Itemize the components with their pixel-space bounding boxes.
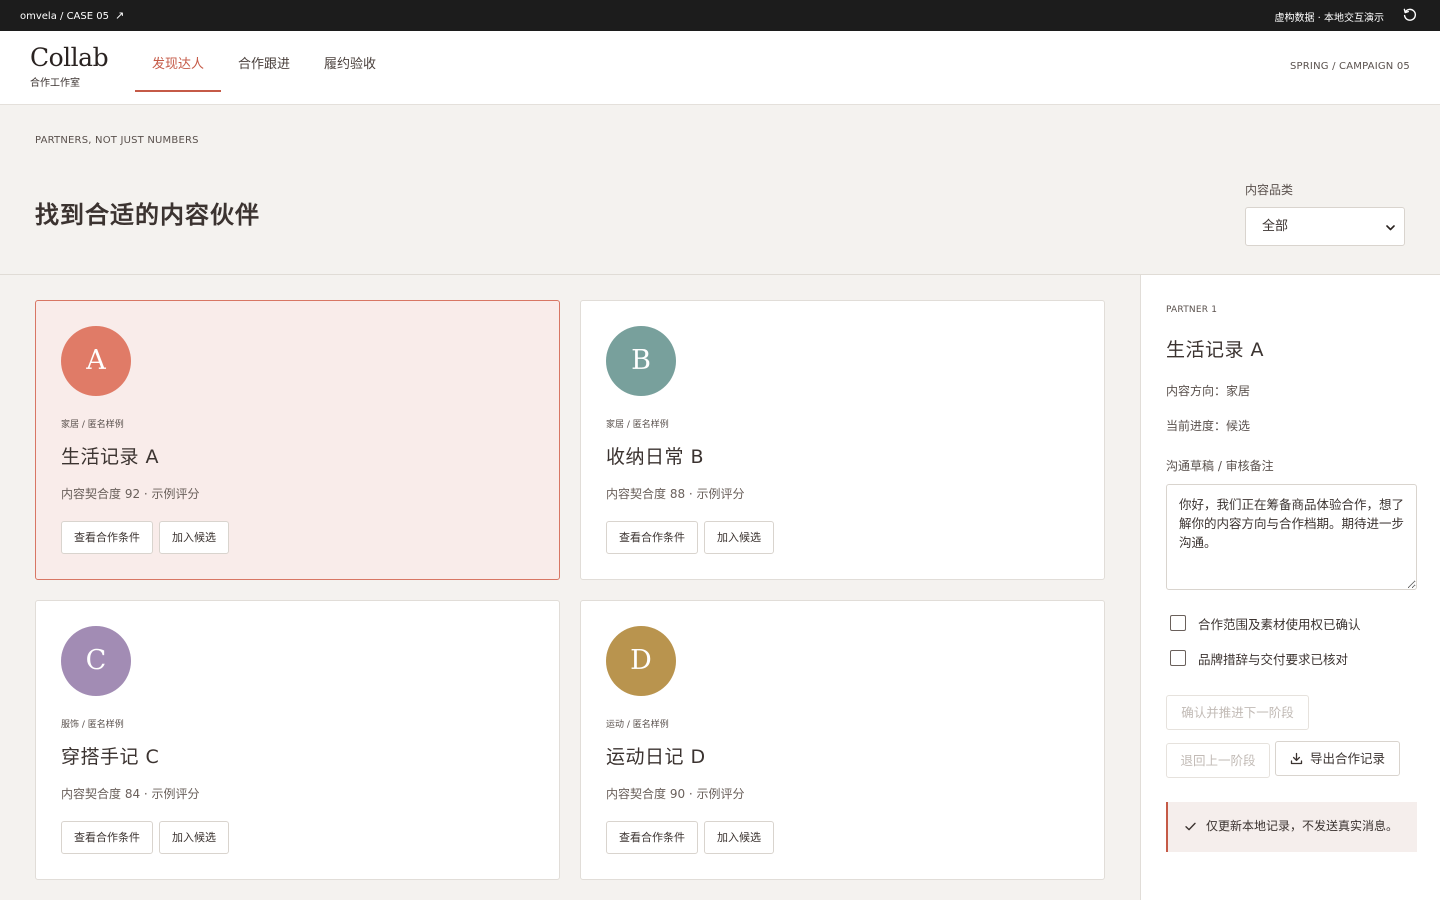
page-title: 找到合适的内容伙伴 xyxy=(35,201,260,229)
case-breadcrumb: omvela / CASE 05 xyxy=(20,11,109,22)
partner-name: 运动日记 D xyxy=(606,746,706,768)
view-terms-button[interactable]: 查看合作条件 xyxy=(606,821,698,854)
view-terms-button[interactable]: 查看合作条件 xyxy=(61,821,153,854)
partner-card-b[interactable]: B 家居 / 匿名样例 收纳日常 B 内容契合度 88 · 示例评分 查看合作条… xyxy=(580,300,1105,580)
kicker: PARTNERS, NOT JUST NUMBERS xyxy=(35,135,199,146)
partner-meta: 家居 / 匿名样例 xyxy=(61,420,124,430)
logo: Collab xyxy=(30,43,109,72)
app-header: Collab 合作工作室 发现达人 合作跟进 履约验收 SPRING / CAM… xyxy=(0,31,1440,105)
current-progress: 当前进度：候选 xyxy=(1166,419,1251,433)
partner-meta: 家居 / 匿名样例 xyxy=(606,420,669,430)
logo-subtitle: 合作工作室 xyxy=(30,78,80,89)
avatar: D xyxy=(606,626,676,696)
demo-note: 虚构数据 · 本地交互演示 xyxy=(1274,13,1384,24)
partner-name: 生活记录 A xyxy=(61,446,160,468)
add-shortlist-button[interactable]: 加入候选 xyxy=(159,521,229,554)
tab-discover[interactable]: 发现达人 xyxy=(135,31,222,92)
add-shortlist-button[interactable]: 加入候选 xyxy=(704,821,774,854)
check-icon xyxy=(1185,822,1196,831)
campaign-label: SPRING / CAMPAIGN 05 xyxy=(1290,61,1410,72)
category-select[interactable]: 全部 xyxy=(1245,207,1405,246)
scope-rights-checkbox[interactable] xyxy=(1170,615,1186,631)
download-icon xyxy=(1290,752,1303,765)
panel-title: 生活记录 A xyxy=(1166,339,1265,361)
partner-score: 内容契合度 88 · 示例评分 xyxy=(606,487,745,501)
partner-score: 内容契合度 92 · 示例评分 xyxy=(61,487,200,501)
panel-label: PARTNER 1 xyxy=(1166,305,1218,315)
partner-card-c[interactable]: C 服饰 / 匿名样例 穿搭手记 C 内容契合度 84 · 示例评分 查看合作条… xyxy=(35,600,560,880)
notes-label: 沟通草稿 / 审核备注 xyxy=(1166,459,1274,473)
partner-name: 收纳日常 B xyxy=(606,446,705,468)
brand-wording-checkbox[interactable] xyxy=(1170,650,1186,666)
avatar: A xyxy=(61,326,131,396)
partner-score: 内容契合度 84 · 示例评分 xyxy=(61,787,200,801)
export-record-button[interactable]: 导出合作记录 xyxy=(1275,741,1400,776)
view-terms-button[interactable]: 查看合作条件 xyxy=(61,521,153,554)
scope-rights-label: 合作范围及素材使用权已确认 xyxy=(1198,617,1361,632)
case-link[interactable]: omvela / CASE 05 ↗ xyxy=(20,9,124,22)
avatar: C xyxy=(61,626,131,696)
chevron-down-icon xyxy=(1386,225,1395,231)
tab-acceptance[interactable]: 履约验收 xyxy=(307,31,393,105)
tab-followup[interactable]: 合作跟进 xyxy=(221,31,307,105)
partner-meta: 运动 / 匿名样例 xyxy=(606,720,669,730)
notes-textarea[interactable]: 你好，我们正在筹备商品体验合作，想了解你的内容方向与合作档期。期待进一步沟通。 xyxy=(1166,484,1417,590)
export-record-label: 导出合作记录 xyxy=(1309,751,1385,766)
avatar: B xyxy=(606,326,676,396)
content-direction: 内容方向：家居 xyxy=(1166,384,1251,398)
brand[interactable]: Collab 合作工作室 xyxy=(30,43,109,89)
category-select-value: 全部 xyxy=(1262,219,1289,234)
add-shortlist-button[interactable]: 加入候选 xyxy=(704,521,774,554)
brand-wording-label: 品牌措辞与交付要求已核对 xyxy=(1198,652,1349,667)
view-terms-button[interactable]: 查看合作条件 xyxy=(606,521,698,554)
partner-detail-panel: PARTNER 1 生活记录 A 内容方向：家居 当前进度：候选 沟通草稿 / … xyxy=(1140,275,1440,900)
add-shortlist-button[interactable]: 加入候选 xyxy=(159,821,229,854)
partner-grid: A 家居 / 匿名样例 生活记录 A 内容契合度 92 · 示例评分 查看合作条… xyxy=(0,275,1140,900)
partner-meta: 服饰 / 匿名样例 xyxy=(61,720,124,730)
back-stage-button[interactable]: 退回上一阶段 xyxy=(1166,743,1270,778)
category-filter-label: 内容品类 xyxy=(1245,183,1294,197)
partner-name: 穿搭手记 C xyxy=(61,746,160,768)
partner-card-d[interactable]: D 运动 / 匿名样例 运动日记 D 内容契合度 90 · 示例评分 查看合作条… xyxy=(580,600,1105,880)
arrow-up-right-icon: ↗ xyxy=(114,9,125,22)
partner-score: 内容契合度 90 · 示例评分 xyxy=(606,787,745,801)
partner-card-a[interactable]: A 家居 / 匿名样例 生活记录 A 内容契合度 92 · 示例评分 查看合作条… xyxy=(35,300,560,580)
notice-text: 仅更新本地记录，不发送真实消息。 xyxy=(1206,819,1399,833)
hero-section: PARTNERS, NOT JUST NUMBERS 找到合适的内容伙伴 内容品… xyxy=(0,105,1440,275)
local-only-notice: 仅更新本地记录，不发送真实消息。 xyxy=(1166,802,1417,852)
confirm-advance-button[interactable]: 确认并推进下一阶段 xyxy=(1166,695,1309,730)
refresh-icon[interactable] xyxy=(1402,7,1418,23)
top-bar: omvela / CASE 05 ↗ 虚构数据 · 本地交互演示 xyxy=(0,0,1440,31)
main-nav: 发现达人 合作跟进 履约验收 xyxy=(135,31,393,105)
